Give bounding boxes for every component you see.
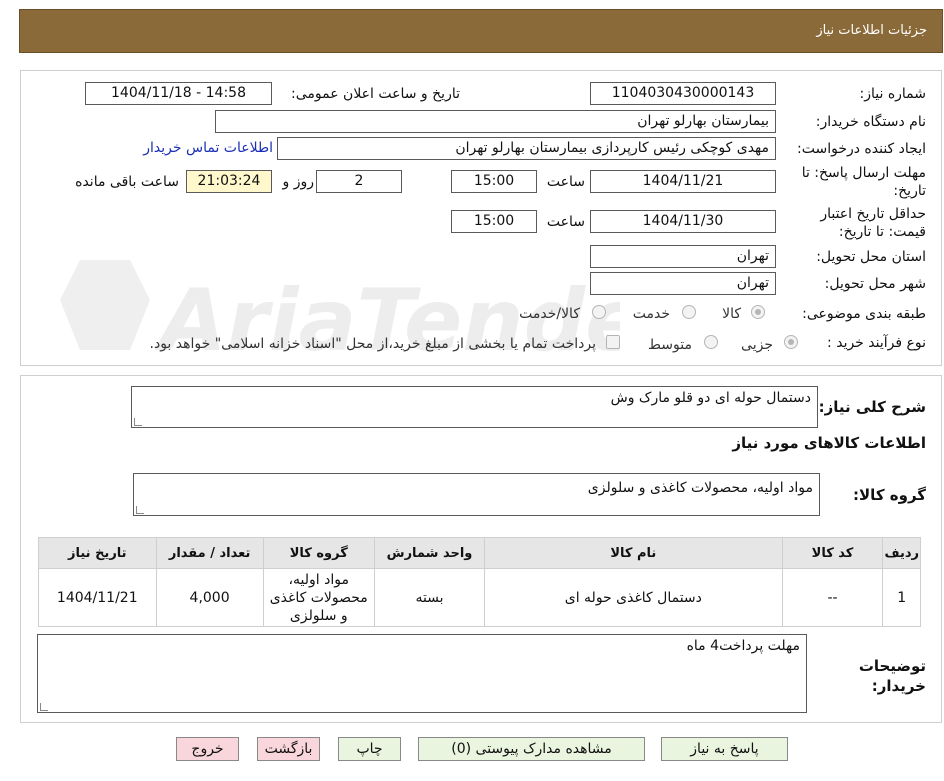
summary-textarea: دستمال حوله ای دو قلو مارک وش	[131, 386, 818, 428]
remaining-label: ساعت باقی مانده	[75, 174, 179, 190]
back-button[interactable]: بازگشت	[257, 737, 320, 761]
validity-time-field: 15:00	[451, 210, 537, 233]
need-number-field: 1104030430000143	[590, 82, 776, 105]
column-header-code: کد کالا	[781, 537, 884, 569]
cell-unit: بسته	[373, 568, 486, 627]
summary-text: دستمال حوله ای دو قلو مارک وش	[610, 390, 811, 406]
city-field: تهران	[590, 272, 776, 295]
resize-grip-icon[interactable]	[136, 506, 144, 514]
reply-time-field: 15:00	[451, 170, 537, 193]
cell-name: دستمال کاغذی حوله ای	[484, 568, 783, 627]
page-header: جزئیات اطلاعات نیاز	[19, 9, 943, 53]
category-label: طبقه بندی موضوعی:	[802, 306, 926, 322]
reply-deadline-label: مهلت ارسال پاسخ: تا تاریخ:	[801, 165, 926, 199]
buyer-contact-link[interactable]: اطلاعات تماس خریدار	[143, 140, 273, 156]
goods-group-label: گروه کالا:	[853, 486, 926, 504]
process-radio-minor[interactable]	[784, 335, 798, 349]
column-header-date: تاریخ نیاز	[38, 537, 157, 569]
cell-date: 1404/11/21	[38, 568, 157, 627]
resize-grip-icon[interactable]	[40, 703, 48, 711]
column-header-unit: واحد شمارش	[373, 537, 486, 569]
province-field: تهران	[590, 245, 776, 268]
goods-info-title: اطلاعات کالاهای مورد نیاز	[732, 434, 926, 452]
process-option-medium: متوسط	[648, 337, 692, 353]
column-header-quantity: تعداد / مقدار	[155, 537, 264, 569]
cell-group: مواد اولیه، محصولات کاغذی و سلولزی	[262, 568, 375, 627]
category-radio-goods-service[interactable]	[592, 305, 606, 319]
exit-button[interactable]: خروج	[176, 737, 239, 761]
treasury-payment-checkbox[interactable]	[606, 335, 620, 349]
goods-group-textarea: مواد اولیه، محصولات کاغذی و سلولزی	[133, 473, 820, 516]
province-label: استان محل تحویل:	[816, 249, 926, 265]
page-title: جزئیات اطلاعات نیاز	[816, 23, 927, 38]
buyer-notes-textarea: مهلت پرداخت4 ماه	[37, 634, 807, 713]
reply-button[interactable]: پاسخ به نیاز	[661, 737, 788, 761]
column-header-row-number: ردیف	[882, 537, 921, 569]
remaining-time-field: 21:03:24	[186, 170, 272, 193]
goods-table: ردیف کد کالا نام کالا واحد شمارش گروه کا…	[38, 537, 921, 627]
view-attachments-button[interactable]: مشاهده مدارک پیوستی (0)	[418, 737, 645, 761]
buyer-notes-text: مهلت پرداخت4 ماه	[686, 638, 800, 654]
requester-field: مهدی کوچکی رئیس کارپردازی بیمارستان بهار…	[277, 137, 776, 160]
treasury-payment-note: پرداخت تمام یا بخشی از مبلغ خرید،از محل …	[149, 336, 596, 352]
validity-date-field: 1404/11/30	[590, 210, 776, 233]
goods-group-text: مواد اولیه، محصولات کاغذی و سلولزی	[587, 480, 813, 496]
cell-row-number: 1	[882, 568, 921, 627]
reply-time-label: ساعت	[546, 174, 585, 190]
resize-grip-icon[interactable]	[134, 418, 142, 426]
validity-time-label: ساعت	[546, 214, 585, 230]
days-remaining-field: 2	[316, 170, 402, 193]
cell-code: --	[781, 568, 884, 627]
need-number-label: شماره نیاز:	[859, 86, 927, 102]
process-label: نوع فرآیند خرید :	[827, 335, 926, 351]
table-header-row: ردیف کد کالا نام کالا واحد شمارش گروه کا…	[38, 537, 921, 569]
buyer-org-field: بیمارستان بهارلو تهران	[215, 110, 776, 133]
days-label: روز و	[282, 174, 315, 190]
summary-label: شرح کلی نیاز:	[818, 398, 926, 416]
column-header-group: گروه کالا	[262, 537, 375, 569]
announce-field: 1404/11/18 - 14:58	[85, 82, 272, 105]
requester-label: ایجاد کننده درخواست:	[797, 141, 926, 157]
cell-quantity: 4,000	[155, 568, 264, 627]
buyer-org-label: نام دستگاه خریدار:	[815, 114, 926, 130]
buyer-notes-label: توضیحات خریدار:	[858, 657, 926, 695]
process-option-minor: جزیی	[741, 337, 773, 353]
process-radio-medium[interactable]	[704, 335, 718, 349]
category-option-goods-service: کالا/خدمت	[519, 306, 580, 322]
print-button[interactable]: چاپ	[338, 737, 401, 761]
category-option-service: خدمت	[632, 306, 670, 322]
announce-label: تاریخ و ساعت اعلان عمومی:	[291, 86, 460, 102]
column-header-name: نام کالا	[484, 537, 783, 569]
city-label: شهر محل تحویل:	[824, 276, 926, 292]
reply-date-field: 1404/11/21	[590, 170, 776, 193]
table-row: 1 -- دستمال کاغذی حوله ای بسته مواد اولی…	[38, 568, 921, 627]
category-radio-service[interactable]	[682, 305, 696, 319]
category-option-goods: کالا	[722, 306, 741, 322]
category-radio-goods[interactable]	[751, 305, 765, 319]
validity-label: حداقل تاریخ اعتبار قیمت: تا تاریخ:	[820, 206, 926, 240]
